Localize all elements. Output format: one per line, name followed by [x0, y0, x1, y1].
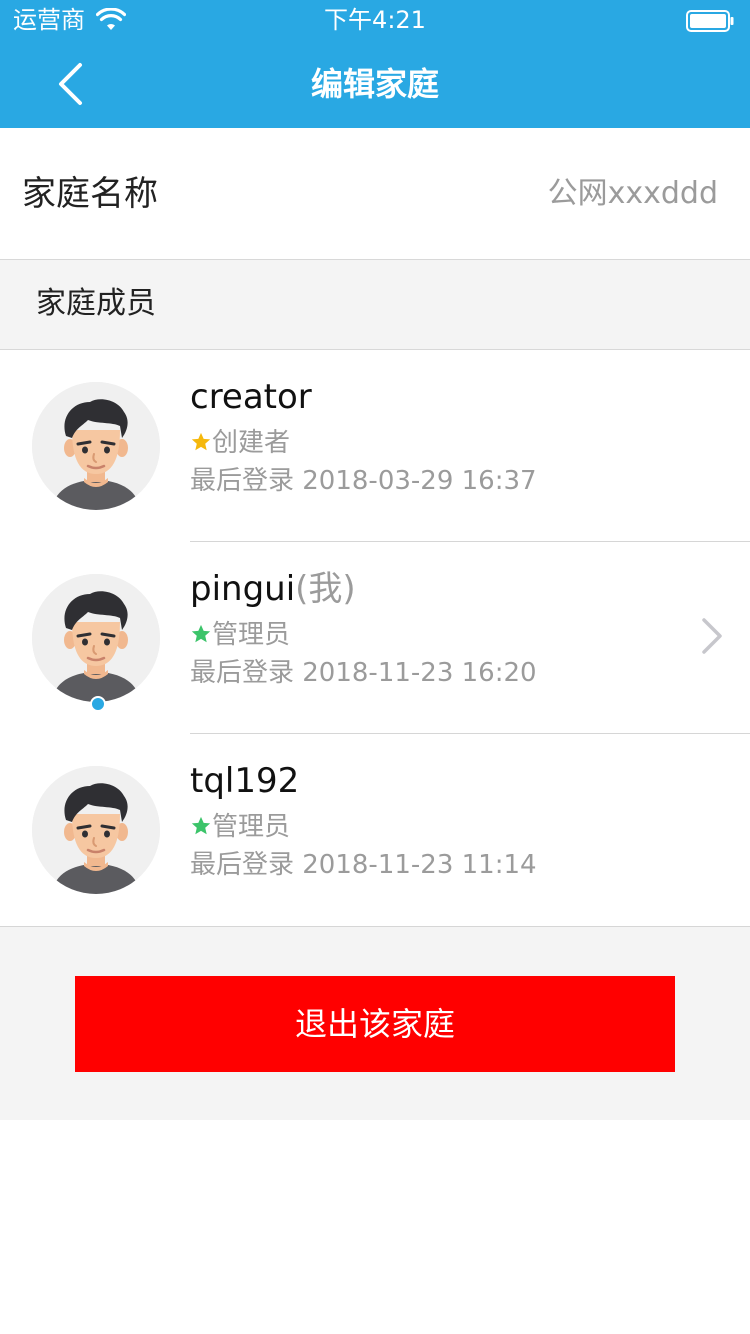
- footer-area: 退出该家庭: [0, 926, 750, 1120]
- role-label: 管理员: [212, 812, 291, 842]
- avatar: [32, 766, 160, 894]
- user-avatar-icon: [32, 766, 160, 894]
- battery-icon: [686, 10, 734, 32]
- exit-family-button[interactable]: 退出该家庭: [75, 976, 675, 1072]
- members-section-title: 家庭成员: [36, 286, 156, 321]
- family-name-value: 公网xxxddd: [547, 176, 718, 211]
- app-header: 运营商 下午4:21 编辑家庭: [0, 0, 750, 128]
- status-time: 下午4:21: [324, 6, 426, 34]
- last-login-text: 最后登录 2018-03-29 16:37: [190, 466, 537, 496]
- member-row-creator[interactable]: creator 创建者 最后登录 2018-03-29 16:37: [0, 350, 750, 542]
- user-avatar-icon: [32, 574, 160, 702]
- star-icon: [191, 624, 211, 643]
- star-icon: [191, 432, 211, 451]
- star-icon: [191, 816, 211, 835]
- user-avatar-icon: [32, 382, 160, 510]
- member-list: creator 创建者 最后登录 2018-03-29 16:37 pingui…: [0, 350, 750, 926]
- member-name: pingui(我): [190, 569, 356, 609]
- member-role: 创建者: [190, 426, 290, 460]
- role-label: 管理员: [212, 620, 291, 650]
- chevron-right-icon: [702, 618, 722, 654]
- members-section-header: 家庭成员: [0, 259, 750, 350]
- member-row-pingui[interactable]: pingui(我) 管理员 最后登录 2018-11-23 16:20: [0, 542, 750, 734]
- status-bar: 运营商 下午4:21: [0, 0, 750, 40]
- member-name: tql192: [190, 761, 300, 801]
- member-row-tql192[interactable]: tql192 管理员 最后登录 2018-11-23 11:14: [0, 734, 750, 926]
- family-name-label: 家庭名称: [22, 174, 158, 214]
- member-role: 管理员: [190, 810, 290, 844]
- online-status-dot: [90, 696, 106, 712]
- role-label: 创建者: [212, 428, 291, 458]
- last-login-text: 最后登录 2018-11-23 16:20: [190, 658, 537, 688]
- page-title: 编辑家庭: [310, 65, 439, 103]
- navigation-bar: 编辑家庭: [0, 40, 750, 128]
- me-tag: (我): [295, 569, 356, 609]
- member-role: 管理员: [190, 618, 290, 652]
- member-name: creator: [190, 377, 312, 417]
- last-login-text: 最后登录 2018-11-23 11:14: [190, 850, 537, 880]
- family-name-row[interactable]: 家庭名称 公网xxxddd: [0, 128, 750, 259]
- avatar: [32, 382, 160, 510]
- avatar: [32, 574, 160, 702]
